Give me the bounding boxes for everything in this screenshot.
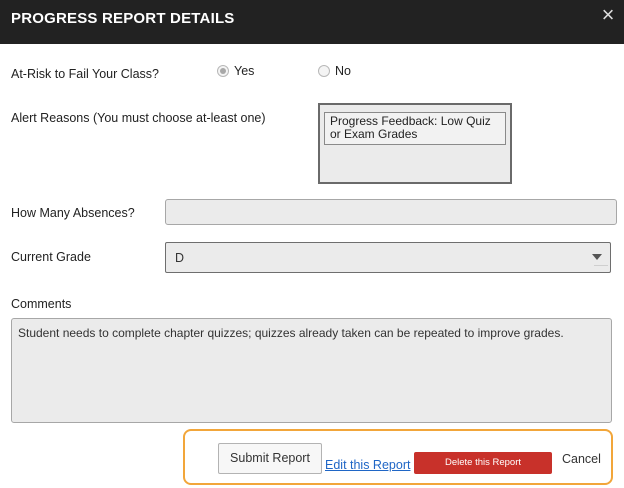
comments-textarea[interactable]: Student needs to complete chapter quizze… [11,318,612,423]
submit-report-button[interactable]: Submit Report [218,443,322,474]
cancel-button[interactable]: Cancel [562,452,601,466]
radio-unchecked-icon[interactable] [318,65,330,77]
at-risk-yes-radio[interactable]: Yes [217,64,254,78]
current-grade-select[interactable]: D [165,242,611,273]
comments-label: Comments [11,297,72,311]
edit-report-link[interactable]: Edit this Report [325,458,410,472]
alert-reasons-listbox[interactable]: Progress Feedback: Low Quiz or Exam Grad… [318,103,512,184]
current-grade-label: Current Grade [11,250,91,264]
alert-reasons-label: Alert Reasons (You must choose at-least … [11,111,266,125]
current-grade-value: D [175,251,185,265]
absences-input[interactable] [165,199,617,225]
at-risk-yes-label: Yes [234,64,255,78]
absences-label: How Many Absences? [11,206,135,220]
delete-report-button[interactable]: Delete this Report [414,452,552,474]
close-icon[interactable]: × [597,4,619,26]
radio-checked-icon[interactable] [217,65,229,77]
alert-reason-option[interactable]: Progress Feedback: Low Quiz or Exam Grad… [324,112,506,145]
select-scrollbar [594,265,608,269]
at-risk-label: At-Risk to Fail Your Class? [11,67,159,81]
at-risk-no-label: No [335,64,351,78]
dialog-header: PROGRESS REPORT DETAILS × [0,0,624,44]
dialog-title: PROGRESS REPORT DETAILS [11,10,235,27]
at-risk-no-radio[interactable]: No [318,64,351,78]
chevron-down-icon[interactable] [592,254,602,260]
